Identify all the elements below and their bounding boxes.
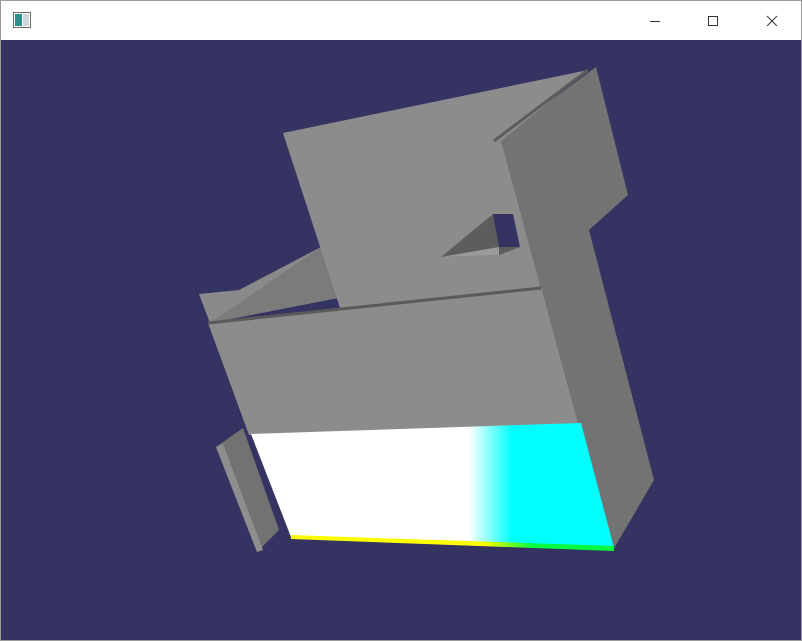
3d-model-render — [199, 67, 654, 552]
close-icon — [766, 15, 778, 26]
close-button[interactable] — [743, 1, 801, 40]
minimize-button[interactable] — [626, 1, 684, 40]
app-window — [0, 0, 802, 641]
3d-viewport[interactable] — [1, 40, 801, 640]
maximize-icon — [708, 15, 718, 26]
minimize-icon — [650, 20, 660, 22]
model-highlight-face — [251, 423, 614, 548]
app-icon — [13, 12, 31, 28]
title-bar[interactable] — [1, 1, 801, 40]
maximize-button[interactable] — [684, 1, 742, 40]
